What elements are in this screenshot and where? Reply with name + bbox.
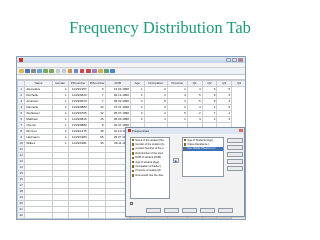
data-cell[interactable] xyxy=(216,218,233,219)
goto-variable-icon[interactable] xyxy=(61,68,67,74)
find-icon[interactable] xyxy=(73,68,79,74)
data-cell[interactable] xyxy=(51,218,69,219)
dialog-title-bar: Frequencies xyxy=(126,128,244,134)
ruler-icon xyxy=(132,160,135,164)
variable-list-item[interactable]: How would rate the clas.. xyxy=(131,173,169,177)
column-header[interactable]: Pthnumber xyxy=(67,80,89,87)
ruler-icon xyxy=(132,143,135,146)
minimize-button[interactable] xyxy=(226,58,231,62)
data-cell[interactable] xyxy=(143,218,168,219)
slide-title: Frequency Distribution Tab xyxy=(69,18,251,37)
select-cases-icon[interactable] xyxy=(104,68,109,74)
ruler-icon xyxy=(132,169,135,173)
ruler-icon xyxy=(132,139,135,142)
insert-cases-icon[interactable] xyxy=(79,68,85,74)
variable-label: Occupation of Father [.. xyxy=(135,165,163,169)
data-cell[interactable]: 11/23/1981 xyxy=(67,140,89,147)
weight-cases-icon[interactable] xyxy=(98,68,103,74)
reset-button[interactable] xyxy=(182,208,197,213)
data-cell[interactable]: 11/23/9889 xyxy=(67,122,89,129)
row-number[interactable]: 23 xyxy=(17,218,26,219)
redo-icon[interactable] xyxy=(49,68,54,74)
source-variable-list[interactable]: Name of the student [Na.. Gender of the s… xyxy=(130,137,170,199)
variable-label: Age of Students [Age] xyxy=(187,138,213,142)
variable-label: Use Mobile Phones in C.. xyxy=(187,147,217,151)
variable-label: DOB of student [DOB] xyxy=(135,156,161,160)
save-icon[interactable] xyxy=(25,68,30,74)
variable-list-item[interactable]: Use Mobile Phones in C.. xyxy=(183,146,223,152)
statistics-button[interactable] xyxy=(227,138,243,143)
data-cell[interactable] xyxy=(201,218,218,219)
column-header[interactable]: Rthnumber xyxy=(87,80,106,87)
toolbar xyxy=(17,68,245,75)
maximize-button[interactable] xyxy=(232,58,237,62)
ruler-icon xyxy=(132,165,135,168)
variable-label: Gender of the student [G.. xyxy=(135,143,166,147)
close-button[interactable] xyxy=(238,58,243,62)
data-cell[interactable]: 11/23/9623 xyxy=(67,92,89,99)
variable-label: Age of student [Age] xyxy=(135,160,159,164)
ruler-icon xyxy=(184,143,187,146)
data-cell[interactable] xyxy=(104,218,131,219)
print-icon[interactable] xyxy=(31,68,36,74)
frequencies-dialog: Frequencies Name of the student [Na.. Gen… xyxy=(125,127,245,217)
move-variable-button[interactable]: ▶ xyxy=(173,158,179,163)
dialog-close-button[interactable] xyxy=(238,129,243,133)
data-cell[interactable] xyxy=(87,218,106,219)
app-icon xyxy=(19,58,23,62)
open-icon[interactable] xyxy=(19,68,24,74)
data-cell[interactable]: 11/23/9970 xyxy=(67,98,89,105)
data-cell[interactable] xyxy=(129,218,145,219)
display-frequency-tables-checkbox[interactable] xyxy=(130,202,133,205)
data-cell[interactable] xyxy=(67,218,89,219)
data-cell[interactable] xyxy=(24,218,53,219)
help-button[interactable] xyxy=(218,208,233,213)
variables-icon[interactable] xyxy=(67,68,73,74)
data-cell[interactable] xyxy=(186,218,203,219)
data-cell[interactable]: 11/23/1983 xyxy=(67,134,89,141)
table-row: 23 xyxy=(17,218,246,219)
ruler-icon xyxy=(132,156,135,159)
ruler-icon xyxy=(132,147,135,151)
cancel-button[interactable] xyxy=(200,208,215,213)
dialog-title: Frequencies xyxy=(132,128,150,133)
variable-label: Name of the student [Na.. xyxy=(135,138,165,142)
variable-label: Class Attendance [.. xyxy=(187,143,211,147)
data-cell[interactable]: 11/23/9889 xyxy=(67,104,89,111)
format-button[interactable] xyxy=(227,152,243,157)
bootstrap-button[interactable] xyxy=(227,166,243,171)
column-header[interactable]: Q4 xyxy=(231,80,245,87)
paste-button[interactable] xyxy=(164,208,179,213)
variable-label: Contact Number of the s.. xyxy=(135,147,165,151)
data-cell[interactable]: 11/23/1357 xyxy=(67,86,89,93)
charts-button[interactable] xyxy=(227,145,243,150)
variable-label: How would rate the clas.. xyxy=(135,173,165,177)
ruler-icon xyxy=(184,139,187,142)
ruler-icon xyxy=(132,152,135,155)
style-button[interactable] xyxy=(227,159,243,164)
window-controls xyxy=(226,58,243,62)
dialog-recall-icon[interactable] xyxy=(37,68,42,74)
data-cell[interactable]: 11/23/9816 xyxy=(67,116,89,123)
data-cell[interactable] xyxy=(166,218,188,219)
ruler-icon xyxy=(184,147,187,151)
spss-window-screenshot: Name Gender Pthnumber Rthnumber DOB Age Occupa… xyxy=(16,56,246,220)
variable-label: Province of student [P.. xyxy=(135,169,162,173)
dialog-icon xyxy=(127,129,131,133)
variable-label: Roll Number of the stud.. xyxy=(135,151,165,155)
split-file-icon[interactable] xyxy=(92,68,97,74)
data-cell[interactable]: 11/23/9705 xyxy=(67,110,89,117)
insert-variable-icon[interactable] xyxy=(86,68,91,74)
goto-case-icon[interactable] xyxy=(55,68,61,74)
ok-button[interactable] xyxy=(146,208,161,213)
selected-variable-list[interactable]: Age of Students [Age] Class Attendance [.… xyxy=(182,137,224,177)
undo-icon[interactable] xyxy=(43,68,48,74)
data-cell[interactable]: 11/23/1275 xyxy=(67,128,89,135)
value-labels-icon[interactable] xyxy=(110,68,115,74)
ruler-icon xyxy=(132,174,135,177)
